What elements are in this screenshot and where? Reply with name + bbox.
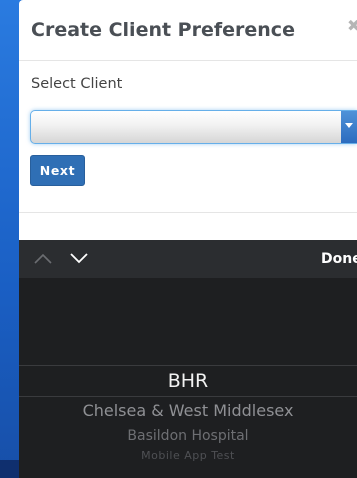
selection-indicator-bottom — [19, 396, 357, 397]
next-button[interactable]: Next — [30, 155, 85, 186]
chevron-down-icon[interactable] — [69, 252, 89, 264]
close-icon[interactable]: ✖ — [347, 18, 357, 34]
picker-option[interactable]: Chelsea & West Middlesex — [19, 401, 357, 420]
client-picker-wheel[interactable]: BHR Chelsea & West Middlesex Basildon Ho… — [19, 278, 357, 478]
select-dropdown-toggle[interactable] — [341, 111, 357, 143]
page-background-shadow — [0, 460, 20, 478]
page-background — [0, 0, 20, 478]
picker-option[interactable]: Mobile App Test — [19, 449, 357, 462]
create-client-preference-modal: Create Client Preference ✖ Select Client… — [19, 0, 357, 240]
modal-header: Create Client Preference ✖ — [19, 0, 357, 61]
picker-option[interactable]: Basildon Hospital — [19, 428, 357, 444]
modal-divider — [19, 212, 357, 213]
modal-title: Create Client Preference — [31, 19, 295, 41]
done-button[interactable]: Done — [321, 251, 357, 267]
caret-down-icon — [345, 123, 353, 128]
picker-option-selected[interactable]: BHR — [19, 370, 357, 392]
chevron-up-icon[interactable] — [33, 252, 53, 264]
selection-indicator-top — [19, 365, 357, 366]
picker-toolbar: Done — [19, 240, 357, 278]
select-client-label: Select Client — [31, 76, 123, 92]
client-select[interactable] — [30, 110, 357, 144]
